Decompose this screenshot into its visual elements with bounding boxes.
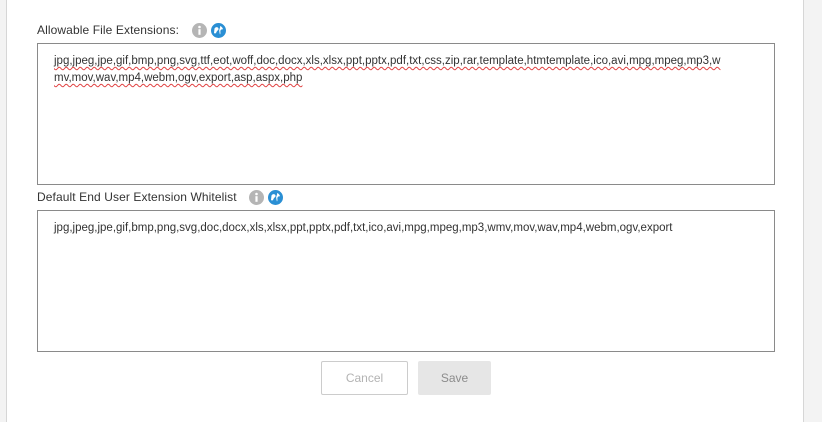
globe-icon[interactable]	[211, 22, 227, 38]
info-icon[interactable]	[192, 22, 208, 38]
allowable-extensions-line1: jpg,jpeg,jpe,gif,bmp,png,svg,ttf,eot,wof…	[54, 55, 721, 67]
info-icon[interactable]	[248, 189, 264, 205]
cancel-button[interactable]: Cancel	[321, 361, 408, 395]
save-button[interactable]: Save	[418, 361, 491, 395]
allowable-extensions-textarea[interactable]: jpg,jpeg,jpe,gif,bmp,png,svg,ttf,eot,wof…	[37, 43, 775, 185]
allowable-extensions-label: Allowable File Extensions:	[37, 23, 180, 37]
allowable-extensions-label-row: Allowable File Extensions:	[37, 20, 227, 40]
whitelist-label-row: Default End User Extension Whitelist	[37, 187, 283, 207]
globe-icon[interactable]	[267, 189, 283, 205]
whitelist-label: Default End User Extension Whitelist	[37, 190, 237, 204]
whitelist-value: jpg,jpeg,jpe,gif,bmp,png,svg,doc,docx,xl…	[54, 222, 673, 234]
whitelist-textarea[interactable]: jpg,jpeg,jpe,gif,bmp,png,svg,doc,docx,xl…	[37, 210, 775, 352]
allowable-extensions-line2: mv,mov,wav,mp4,webm,ogv,export,asp,aspx,…	[54, 72, 303, 84]
